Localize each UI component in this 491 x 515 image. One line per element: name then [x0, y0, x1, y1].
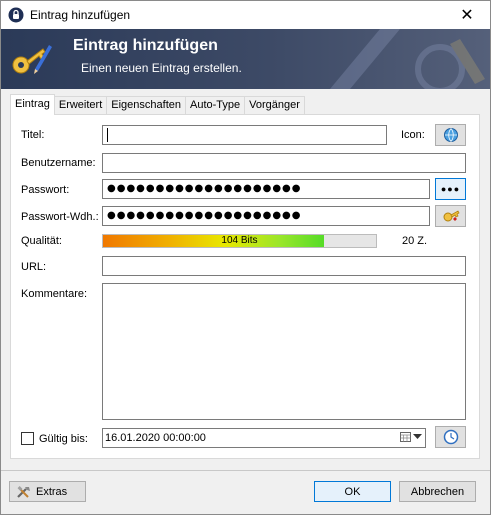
reveal-password-button[interactable]: ●●●	[435, 178, 466, 200]
ok-button-label: OK	[344, 485, 361, 498]
text-caret	[107, 128, 108, 142]
tab-eintrag[interactable]: Eintrag	[10, 94, 55, 115]
expires-checkbox[interactable]	[21, 432, 34, 445]
close-button[interactable]: ✕	[444, 1, 490, 29]
url-label: URL:	[21, 261, 47, 273]
expiry-date-picker[interactable]: 16.01.2020 00:00:00	[102, 428, 426, 448]
icon-picker-button[interactable]	[435, 124, 466, 146]
button-row-separator	[1, 470, 490, 471]
url-input[interactable]	[102, 256, 466, 276]
password-generator-button[interactable]	[435, 205, 466, 227]
keepass-lock-icon	[8, 7, 24, 23]
title-bar: Eintrag hinzufügen ✕	[1, 1, 490, 29]
expires-label: Gültig bis:	[39, 433, 88, 445]
dialog-window: Eintrag hinzufügen ✕ Eintrag hinzufügen …	[0, 0, 491, 515]
title-input[interactable]	[102, 125, 387, 145]
character-count: 20 Z.	[402, 235, 428, 247]
password-quality-bar: 104 Bits	[102, 234, 377, 248]
tab-eigenschaften[interactable]: Eigenschaften	[106, 96, 186, 115]
tab-auto-type[interactable]: Auto-Type	[184, 96, 246, 115]
expiry-date-value: 16.01.2020 00:00:00	[105, 432, 206, 444]
banner-title: Eintrag hinzufügen	[73, 37, 218, 54]
window-title: Eintrag hinzufügen	[30, 8, 131, 22]
notes-textarea[interactable]	[102, 283, 466, 420]
repeat-password-input[interactable]: ●●●●●●●●●●●●●●●●●●●●	[102, 206, 430, 226]
password-label: Passwort:	[21, 184, 70, 196]
quality-label: Qualität:	[21, 235, 62, 247]
cancel-button[interactable]: Abbrechen	[399, 481, 476, 502]
notes-label: Kommentare:	[21, 288, 88, 300]
ok-button[interactable]: OK	[314, 481, 391, 502]
extras-button[interactable]: Extras	[9, 481, 86, 502]
close-icon: ✕	[460, 7, 474, 24]
calendar-icon[interactable]	[400, 432, 411, 442]
tab-strip: Eintrag Erweitert Eigenschaften Auto-Typ…	[10, 94, 305, 115]
repeat-password-label: Passwort-Wdh.:	[21, 211, 99, 223]
tab-erweitert[interactable]: Erweitert	[53, 96, 108, 115]
chevron-down-icon[interactable]	[413, 434, 422, 440]
cancel-button-label: Abbrechen	[410, 485, 465, 498]
banner-subtitle: Einen neuen Eintrag erstellen.	[81, 61, 242, 75]
add-entry-key-icon	[12, 45, 52, 74]
globe-key-icon	[443, 128, 458, 142]
clock-icon	[443, 429, 458, 445]
password-input[interactable]: ●●●●●●●●●●●●●●●●●●●●	[102, 179, 430, 199]
username-label: Benutzername:	[21, 157, 96, 169]
reveal-dots-icon: ●●●	[440, 184, 461, 194]
header-banner: Eintrag hinzufügen Einen neuen Eintrag e…	[1, 29, 490, 89]
tools-icon	[17, 485, 30, 498]
key-generator-icon	[443, 210, 460, 222]
extras-button-label: Extras	[36, 485, 68, 498]
tab-vorgaenger[interactable]: Vorgänger	[244, 96, 305, 115]
banner-background-art	[330, 29, 485, 89]
username-input[interactable]	[102, 153, 466, 173]
icon-label: Icon:	[401, 129, 425, 141]
title-label: Titel:	[21, 129, 45, 141]
date-picker-controls	[400, 432, 422, 442]
quality-bits-text: 104 Bits	[221, 235, 258, 246]
expiry-presets-button[interactable]	[435, 426, 466, 448]
